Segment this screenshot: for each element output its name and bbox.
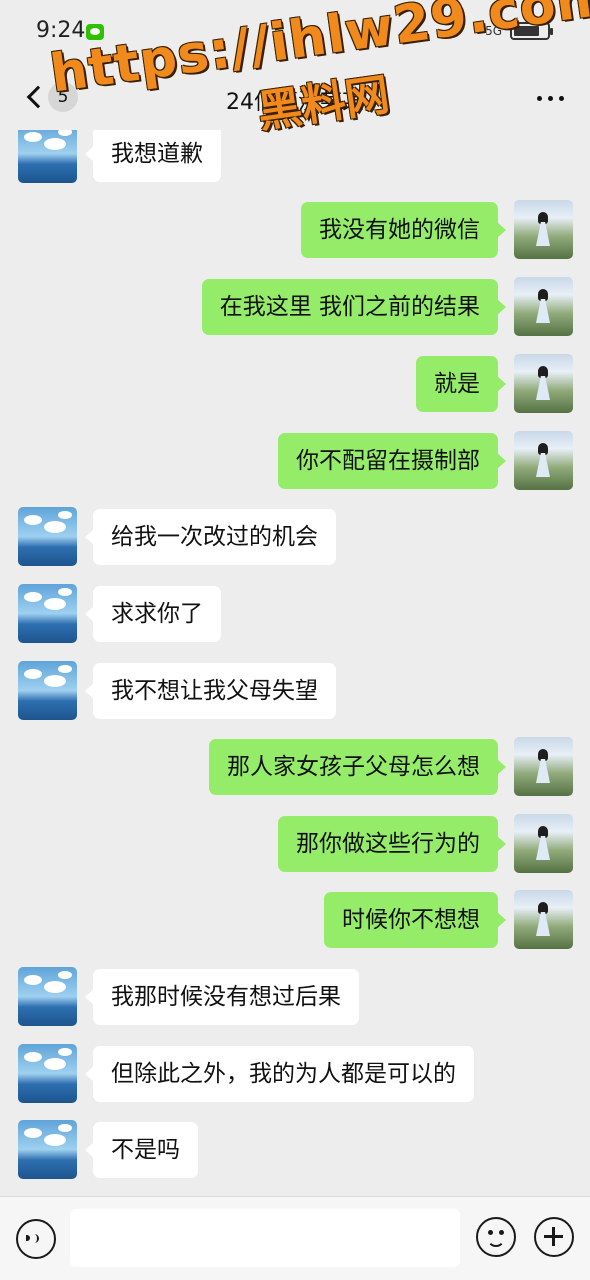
contact-avatar[interactable] xyxy=(18,967,77,1026)
input-bar xyxy=(0,1196,590,1280)
message-bubble-outgoing[interactable]: 那你做这些行为的 xyxy=(278,816,506,872)
contact-avatar[interactable] xyxy=(18,124,77,183)
self-avatar[interactable] xyxy=(514,354,573,413)
battery-icon xyxy=(510,22,553,40)
message-bubble-outgoing[interactable]: 你不配留在摄制部 xyxy=(278,433,506,489)
message-bubble-outgoing[interactable]: 在我这里 我们之前的结果 xyxy=(201,279,507,335)
unread-count-badge[interactable]: 5 xyxy=(48,82,78,112)
contact-avatar[interactable] xyxy=(18,1120,77,1179)
message-row-outgoing: 那你做这些行为的 xyxy=(0,814,590,874)
self-avatar[interactable] xyxy=(514,737,573,796)
message-bubble-incoming[interactable]: 给我一次改过的机会 xyxy=(85,509,336,565)
status-bar: 9:24 5G xyxy=(0,0,590,64)
status-time: 9:24 xyxy=(36,18,86,43)
message-input[interactable] xyxy=(70,1209,460,1267)
wechat-notification-icon xyxy=(86,24,104,40)
chat-header: 5 24信管沈某某 xyxy=(0,64,590,130)
self-avatar[interactable] xyxy=(514,814,573,873)
message-bubble-incoming[interactable]: 不是吗 xyxy=(85,1122,198,1178)
contact-avatar[interactable] xyxy=(18,584,77,643)
voice-input-button[interactable] xyxy=(16,1219,56,1259)
message-row-incoming: 给我一次改过的机会 xyxy=(0,507,590,567)
emoji-button[interactable] xyxy=(476,1217,516,1257)
network-label: 5G xyxy=(485,24,502,38)
self-avatar[interactable] xyxy=(514,277,573,336)
self-avatar[interactable] xyxy=(514,200,573,259)
contact-avatar[interactable] xyxy=(18,1044,77,1103)
message-bubble-incoming[interactable]: 我那时候没有想过后果 xyxy=(85,969,359,1025)
message-bubble-outgoing[interactable]: 那人家女孩子父母怎么想 xyxy=(209,739,506,795)
emoji-icon-eye xyxy=(499,1230,504,1235)
chevron-left-icon xyxy=(26,85,50,109)
self-avatar[interactable] xyxy=(514,431,573,490)
message-row-incoming: 我不想让我父母失望 xyxy=(0,661,590,721)
self-avatar[interactable] xyxy=(514,890,573,949)
message-list[interactable]: 我想道歉 我没有她的微信 在我这里 我们之前的结果 就是 你不配留在摄制部 给我… xyxy=(0,0,590,1280)
more-options-button[interactable] xyxy=(537,96,564,101)
chat-title: 24信管沈某某 xyxy=(226,90,364,115)
message-row-incoming: 不是吗 xyxy=(0,1120,590,1180)
message-bubble-outgoing[interactable]: 我没有她的微信 xyxy=(301,202,506,258)
dot-icon xyxy=(548,96,553,101)
back-button[interactable] xyxy=(20,80,50,114)
message-bubble-outgoing[interactable]: 就是 xyxy=(416,356,506,412)
message-row-incoming: 但除此之外，我的为人都是可以的 xyxy=(0,1044,590,1104)
message-bubble-incoming[interactable]: 我不想让我父母失望 xyxy=(85,663,336,719)
message-row-outgoing: 就是 xyxy=(0,354,590,414)
message-row-outgoing: 我没有她的微信 xyxy=(0,200,590,260)
message-bubble-outgoing[interactable]: 时候你不想想 xyxy=(324,892,506,948)
message-bubble-incoming[interactable]: 求求你了 xyxy=(85,586,221,642)
emoji-icon xyxy=(488,1230,493,1235)
add-attachment-button[interactable] xyxy=(534,1217,574,1257)
message-row-outgoing: 在我这里 我们之前的结果 xyxy=(0,277,590,337)
dot-icon xyxy=(559,96,564,101)
emoji-icon-mouth xyxy=(487,1238,505,1247)
chat-screen: 我想道歉 我没有她的微信 在我这里 我们之前的结果 就是 你不配留在摄制部 给我… xyxy=(0,0,590,1280)
status-indicators: 5G xyxy=(485,22,553,40)
message-row-incoming: 求求你了 xyxy=(0,584,590,644)
message-bubble-incoming[interactable]: 我想道歉 xyxy=(85,126,221,182)
message-row-incoming: 我那时候没有想过后果 xyxy=(0,967,590,1027)
contact-avatar[interactable] xyxy=(18,661,77,720)
message-row-outgoing: 时候你不想想 xyxy=(0,890,590,950)
message-row-incoming: 我想道歉 xyxy=(0,124,590,184)
dot-icon xyxy=(537,96,542,101)
message-bubble-incoming[interactable]: 但除此之外，我的为人都是可以的 xyxy=(85,1046,474,1102)
contact-avatar[interactable] xyxy=(18,507,77,566)
message-row-outgoing: 你不配留在摄制部 xyxy=(0,431,590,491)
message-row-outgoing: 那人家女孩子父母怎么想 xyxy=(0,737,590,797)
